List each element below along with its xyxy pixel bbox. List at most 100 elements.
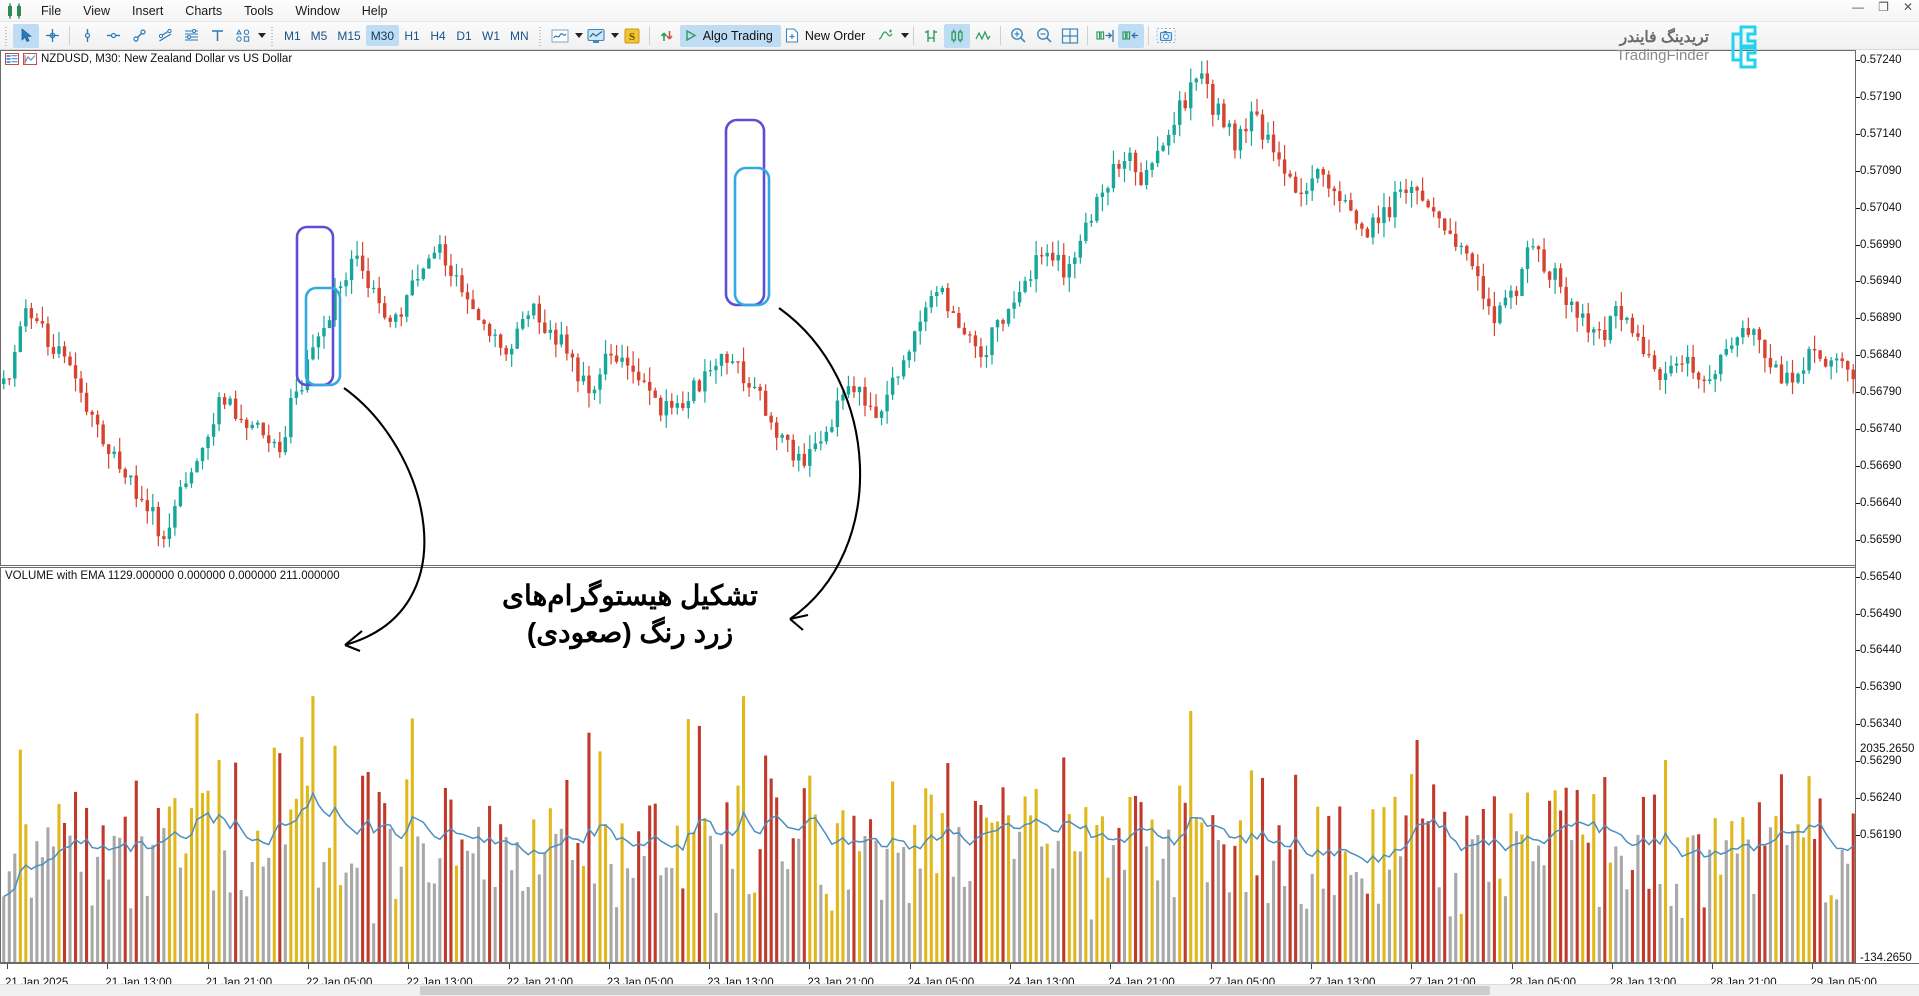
cursor-arrow-tool[interactable]	[13, 23, 39, 48]
objects-list-icon[interactable]	[873, 24, 899, 48]
menu-help[interactable]: Help	[351, 2, 399, 20]
timeframe-d1[interactable]: D1	[451, 25, 477, 46]
trendline-tool[interactable]	[126, 24, 152, 48]
close-button[interactable]: ✕	[1903, 0, 1913, 14]
new-order-button[interactable]: New Order	[781, 25, 873, 47]
chart-type-caret[interactable]	[574, 33, 583, 38]
timeframe-h1[interactable]: H1	[399, 25, 425, 46]
volume-bar	[913, 824, 917, 962]
chart-shift-icon[interactable]	[1092, 24, 1118, 48]
line-chart-icon[interactable]	[547, 24, 573, 48]
candle-body	[797, 453, 801, 461]
timeframe-m1[interactable]: M1	[279, 25, 306, 46]
line-graph-icon[interactable]	[970, 24, 996, 48]
volume-bar	[1327, 815, 1331, 962]
candle-body	[322, 327, 326, 337]
indicator-pane[interactable]: VOLUME with EMA 1129.000000 0.000000 0.0…	[0, 567, 1855, 963]
volume-bar	[1537, 845, 1541, 962]
menu-charts[interactable]: Charts	[174, 2, 233, 20]
vertical-line-tool[interactable]	[74, 24, 100, 48]
chart-area[interactable]: NZDUSD, M30: New Zealand Dollar vs US Do…	[0, 50, 1919, 996]
timeframe-mn[interactable]: MN	[505, 25, 534, 46]
menu-insert[interactable]: Insert	[121, 2, 174, 20]
volume-bar	[769, 778, 773, 962]
objects-caret[interactable]	[901, 33, 910, 38]
candle-body	[311, 347, 315, 360]
candle-body	[1139, 172, 1143, 185]
crosshair-tool[interactable]	[39, 24, 65, 48]
candle-body	[239, 418, 243, 421]
volume-bar	[1752, 893, 1756, 962]
horizontal-scrollbar[interactable]	[0, 984, 1919, 996]
candle-body	[1078, 240, 1083, 258]
volume-bar	[1741, 817, 1745, 962]
maximize-button[interactable]: ❐	[1878, 0, 1889, 14]
candle-body	[1056, 254, 1060, 261]
grid-icon[interactable]	[1057, 24, 1083, 48]
volume-bar	[592, 883, 597, 962]
symbol-label: NZDUSD, M30: New Zealand Dollar vs US Do…	[41, 53, 293, 65]
fibonacci-tool[interactable]	[178, 24, 204, 48]
candle-body	[1001, 320, 1005, 324]
volume-bar	[1056, 840, 1060, 962]
toolbar-grip-3[interactable]	[536, 25, 544, 46]
candle-body	[1222, 103, 1226, 128]
toolbar-grip-2[interactable]	[269, 25, 276, 46]
channel-tool[interactable]	[152, 24, 178, 48]
timeframe-h4[interactable]: H4	[425, 25, 451, 46]
toolbar-grip[interactable]	[3, 25, 10, 46]
menu-file[interactable]: File	[30, 2, 72, 20]
volume-bar	[388, 828, 392, 962]
horizontal-line-tool[interactable]	[100, 24, 126, 48]
price-scale[interactable]: 0.57240 0.57190 0.57140 0.57090 0.57040 0.569…	[1855, 50, 1919, 963]
time-tick	[1511, 964, 1513, 969]
updown-arrows-icon[interactable]	[654, 24, 680, 48]
auto-scroll-icon[interactable]	[1118, 23, 1145, 48]
candle-body	[890, 377, 895, 395]
candle-body	[228, 398, 232, 405]
volume-bar	[1343, 851, 1347, 962]
candle-body	[57, 346, 61, 354]
volume-bar	[846, 889, 850, 962]
candle-body	[145, 500, 150, 512]
timeframe-w1[interactable]: W1	[477, 25, 505, 46]
dollar-yellow-icon[interactable]: S	[619, 24, 645, 48]
menu-view[interactable]: View	[72, 2, 121, 20]
volume-bar	[123, 816, 127, 962]
candle-body	[101, 424, 105, 445]
indicators-icon[interactable]	[583, 24, 609, 48]
candle-body	[1415, 187, 1419, 191]
timeframe-m30[interactable]: M30	[365, 25, 400, 46]
volume-bar	[1073, 851, 1077, 962]
minimize-button[interactable]: —	[1852, 0, 1864, 14]
text-tool[interactable]	[204, 24, 230, 48]
price-pane[interactable]: NZDUSD, M30: New Zealand Dollar vs US Do…	[0, 50, 1855, 566]
candle-body	[631, 365, 635, 372]
scrollbar-thumb[interactable]	[420, 986, 1490, 995]
volume-bar	[548, 808, 552, 962]
bar-chart-icon[interactable]	[918, 24, 944, 48]
zoom-in-icon[interactable]	[1005, 24, 1031, 48]
volume-bar	[880, 899, 884, 962]
volume-bar	[1299, 903, 1303, 962]
volume-bar	[885, 848, 889, 962]
zoom-out-icon[interactable]	[1031, 24, 1057, 48]
menu-window[interactable]: Window	[284, 2, 350, 20]
volume-bar	[1652, 794, 1657, 962]
time-tick	[1210, 964, 1212, 969]
indicators-caret[interactable]	[610, 33, 619, 38]
candle-body	[195, 461, 199, 473]
screenshot-icon[interactable]	[1153, 24, 1179, 48]
volume-bar	[1310, 873, 1314, 962]
menu-tools[interactable]: Tools	[233, 2, 284, 20]
shapes-tool[interactable]	[230, 24, 256, 48]
price-tick	[1856, 465, 1860, 467]
timeframe-m5[interactable]: M5	[306, 25, 333, 46]
candlestick-chart-icon[interactable]	[944, 23, 971, 48]
shapes-dropdown-caret[interactable]	[258, 33, 266, 38]
candle-body	[1763, 339, 1767, 359]
timeframe-m15[interactable]: M15	[332, 25, 365, 46]
volume-bar	[1680, 917, 1684, 962]
algo-trading-button[interactable]: Algo Trading	[679, 24, 781, 47]
candle-body	[918, 321, 922, 332]
